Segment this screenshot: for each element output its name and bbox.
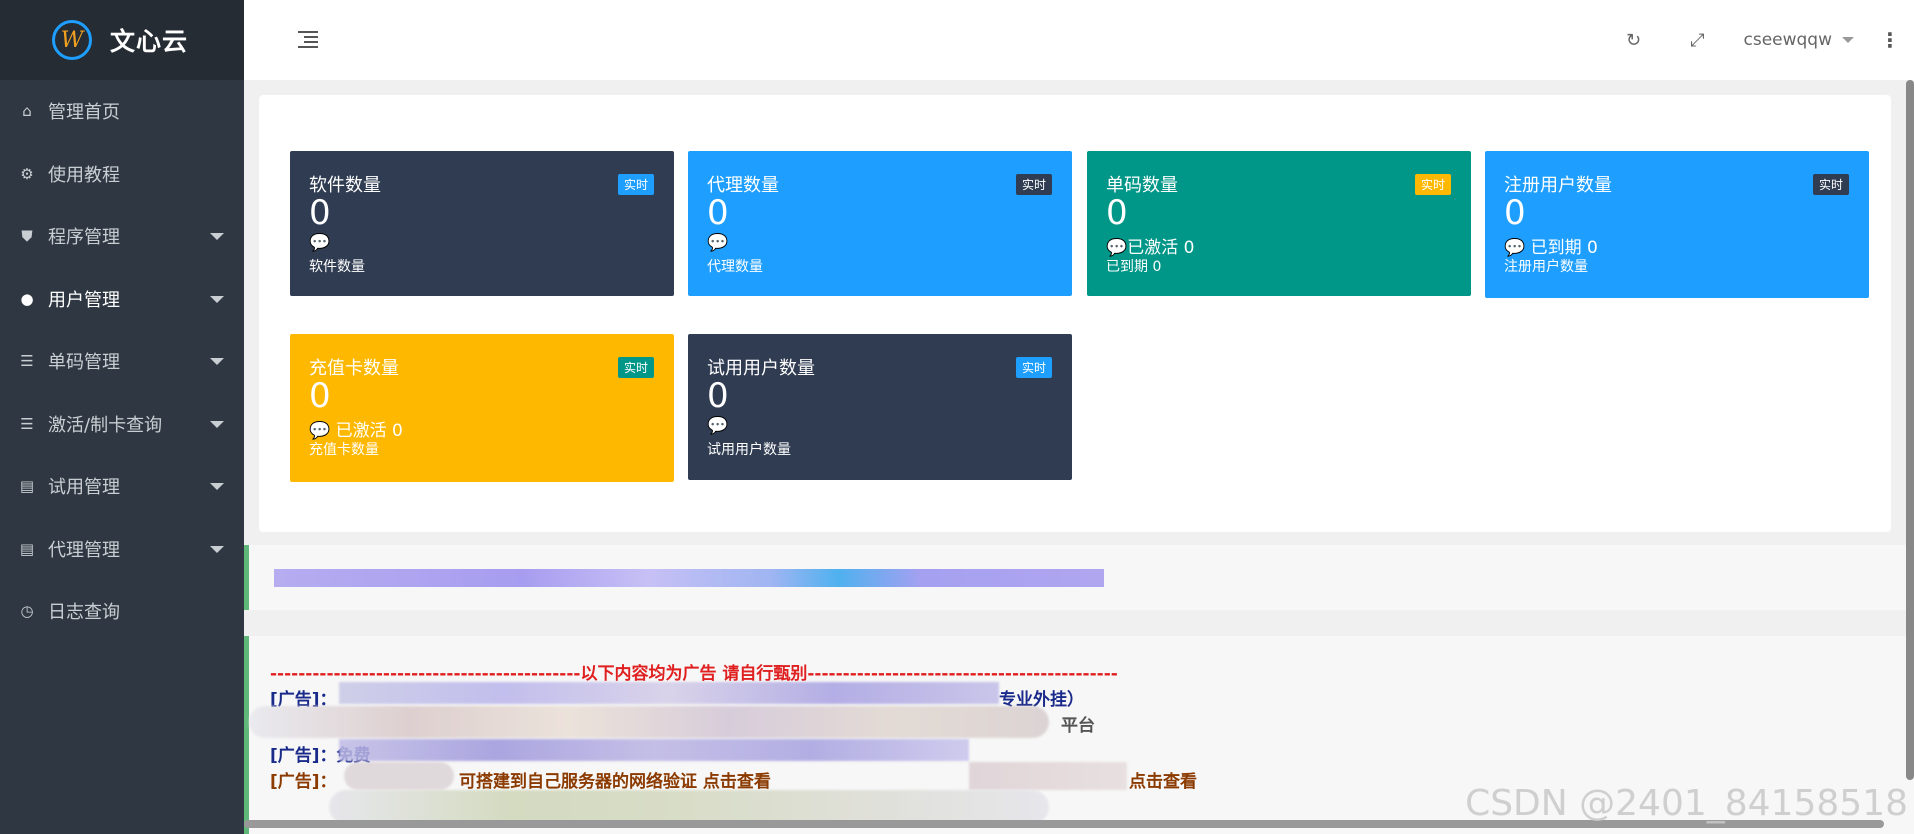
- stat-card: 注册用户数量 实时 0 💬 已到期 0 注册用户数量: [1485, 151, 1869, 298]
- sidebar-item[interactable]: ⌂ 管理首页: [0, 80, 244, 143]
- card-value: 0: [309, 376, 331, 416]
- username: cseewqqw: [1743, 30, 1832, 50]
- card-subtext: 💬: [309, 233, 331, 253]
- sidebar-item[interactable]: ▤ 试用管理: [0, 455, 244, 518]
- realtime-badge: 实时: [1414, 174, 1451, 195]
- card-subtext: 💬 已激活 0: [309, 421, 403, 441]
- card-value: 0: [1504, 193, 1526, 233]
- ad-line-4-text[interactable]: 可搭建到自己服务器的网络验证 点击查看: [459, 767, 771, 792]
- card-subtext: 💬已激活 0: [1106, 238, 1195, 258]
- sidebar: W 文心云 ⌂ 管理首页 ⚙ 使用教程 ⛊ 程序管理 ● 用户管理 ☰ 单码管理 ☰ 激活/制卡查询 ▤…: [0, 0, 244, 834]
- stats-panel: 软件数量 实时 0 💬 软件数量 代理数量 实时 0 💬 代理数量 单码数量 实时 0 💬已激活 0 已到期…: [259, 95, 1891, 532]
- card-caption: 已到期 0: [1106, 259, 1162, 275]
- stat-card: 软件数量 实时 0 💬 软件数量: [290, 151, 674, 296]
- redaction-mosaic: [339, 739, 969, 761]
- ad-line-4[interactable]: [广告]：: [270, 767, 337, 792]
- vertical-scrollbar[interactable]: [1906, 80, 1914, 780]
- stat-card: 代理数量 实时 0 💬 代理数量: [688, 151, 1072, 296]
- sidebar-item[interactable]: ⚙ 使用教程: [0, 143, 244, 206]
- sidebar-item-label: 日志查询: [48, 602, 120, 624]
- sidebar-item[interactable]: ● 用户管理: [0, 268, 244, 331]
- card-subtext: 💬 已到期 0: [1504, 238, 1598, 258]
- brand-name: 文心云: [110, 27, 189, 56]
- user-menu[interactable]: cseewqqw: [1743, 30, 1854, 50]
- realtime-badge: 实时: [1015, 357, 1052, 378]
- fullscreen-icon[interactable]: ⤢: [1682, 30, 1712, 51]
- sidebar-item[interactable]: ☰ 激活/制卡查询: [0, 393, 244, 456]
- card-value: 0: [707, 193, 729, 233]
- top-header: ↻ ⤢ cseewqqw ⋮: [244, 0, 1914, 80]
- ad-line-2-tail: 平台: [1061, 716, 1095, 736]
- sidebar-item-label: 代理管理: [48, 539, 120, 561]
- card-value: 0: [707, 376, 729, 416]
- card-value: 0: [309, 193, 331, 233]
- card-subtext: 💬: [707, 233, 729, 253]
- document-icon: ▤: [19, 539, 35, 558]
- redaction-mosaic: [969, 762, 1127, 790]
- sidebar-item[interactable]: ▤ 代理管理: [0, 518, 244, 581]
- chevron-down-icon: [1842, 37, 1854, 43]
- card-caption: 试用用户数量: [707, 442, 791, 458]
- chevron-down-icon: [210, 358, 224, 365]
- sidebar-item[interactable]: ☰ 单码管理: [0, 330, 244, 393]
- stat-card: 单码数量 实时 0 💬已激活 0 已到期 0: [1087, 151, 1471, 296]
- redaction-mosaic: [344, 762, 454, 790]
- gear-icon: ⚙: [20, 164, 34, 183]
- sidebar-item-label: 用户管理: [48, 289, 120, 311]
- chevron-down-icon: [210, 420, 224, 428]
- card-subtext: 💬: [707, 416, 729, 436]
- sidebar-item-label: 单码管理: [48, 352, 120, 374]
- ad-line-4-end[interactable]: 点击查看: [1129, 767, 1197, 792]
- chevron-down-icon: [210, 295, 224, 303]
- list-icon: ☰: [20, 352, 34, 371]
- realtime-badge: 实时: [1015, 174, 1052, 195]
- sidebar-item[interactable]: ⛊ 程序管理: [0, 205, 244, 268]
- sidebar-item-label: 激活/制卡查询: [48, 414, 163, 436]
- brand-logo[interactable]: W 文心云: [0, 0, 244, 80]
- chevron-down-icon: [210, 545, 224, 553]
- redaction-mosaic: [249, 706, 1049, 738]
- stat-card: 充值卡数量 实时 0 💬 已激活 0 充值卡数量: [290, 334, 674, 482]
- document-icon: ▤: [19, 477, 35, 496]
- redaction-mosaic: [329, 790, 1049, 824]
- sidebar-item[interactable]: ◷ 日志查询: [0, 580, 244, 643]
- card-caption: 代理数量: [707, 259, 763, 275]
- realtime-badge: 实时: [1812, 174, 1849, 195]
- home-icon: ⌂: [22, 102, 32, 121]
- sidebar-item-label: 管理首页: [48, 102, 120, 124]
- watermark: CSDN @2401_84158518: [1465, 783, 1908, 824]
- notice-banner: [244, 545, 1914, 610]
- sidebar-toggle-icon[interactable]: [298, 30, 318, 48]
- card-caption: 注册用户数量: [1504, 259, 1588, 275]
- sidebar-item-label: 试用管理: [48, 477, 120, 499]
- refresh-icon[interactable]: ↻: [1618, 30, 1648, 51]
- shield-icon: ⛊: [21, 227, 33, 246]
- stat-card: 试用用户数量 实时 0 💬 试用用户数量: [688, 334, 1072, 480]
- user-icon: ●: [20, 289, 34, 308]
- card-caption: 充值卡数量: [309, 442, 379, 458]
- realtime-badge: 实时: [617, 357, 654, 378]
- logo-icon: W: [52, 20, 92, 60]
- more-menu-icon[interactable]: ⋮: [1880, 28, 1900, 52]
- sidebar-menu: ⌂ 管理首页 ⚙ 使用教程 ⛊ 程序管理 ● 用户管理 ☰ 单码管理 ☰ 激活/制卡查询 ▤ 试用管理 ▤ 代…: [0, 80, 244, 643]
- sidebar-item-label: 程序管理: [48, 227, 120, 249]
- clock-icon: ◷: [20, 602, 34, 621]
- chevron-down-icon: [210, 483, 224, 490]
- ad-header: ----------------------------------------…: [270, 664, 1118, 684]
- blurred-notice-text: [274, 569, 1104, 587]
- card-caption: 软件数量: [309, 259, 365, 275]
- realtime-badge: 实时: [617, 174, 654, 195]
- card-value: 0: [1106, 193, 1128, 233]
- sidebar-item-label: 使用教程: [48, 164, 120, 186]
- redaction-mosaic: [339, 682, 999, 704]
- chevron-down-icon: [210, 233, 224, 240]
- list-icon: ☰: [20, 414, 34, 433]
